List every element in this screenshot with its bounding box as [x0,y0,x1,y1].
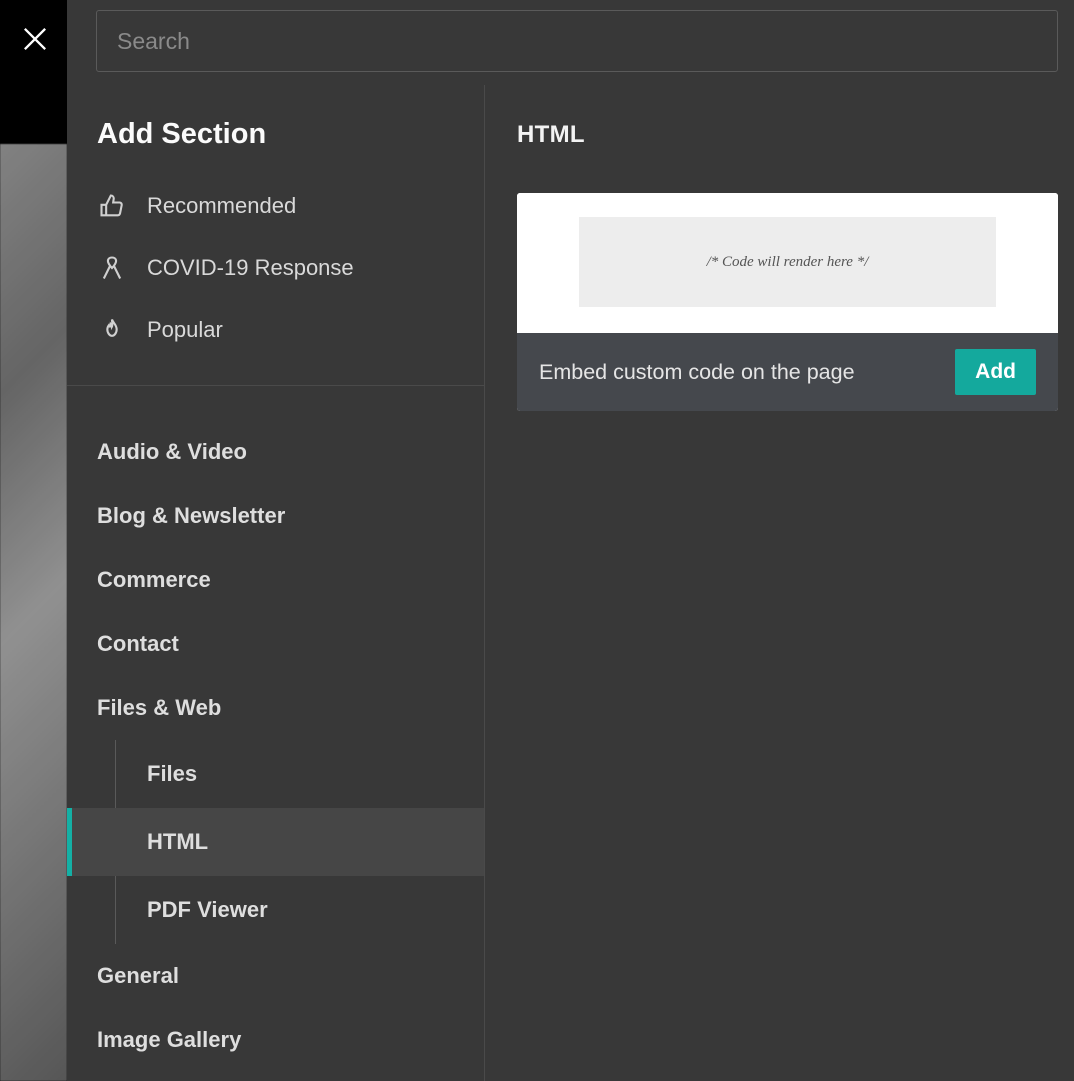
sidebar-item-image-gallery[interactable]: Image Gallery [67,1008,484,1072]
sidebar-item-label: Commerce [97,567,211,592]
ribbon-icon [97,253,127,283]
sidebar-item-label: Audio & Video [97,439,247,464]
sidebar-item-general[interactable]: General [67,944,484,1008]
card-description: Embed custom code on the page [539,360,855,385]
flame-icon [97,315,127,345]
sidebar-item-label: Recommended [147,193,296,219]
code-placeholder: /* Code will render here */ [579,217,996,307]
content-pane: HTML /* Code will render here */ Embed c… [485,85,1074,1081]
add-button[interactable]: Add [955,349,1036,395]
sidebar-item-label: Files & Web [97,695,221,720]
card-preview: /* Code will render here */ [517,193,1058,333]
sidebar-item-label: PDF Viewer [147,897,268,922]
card-footer: Embed custom code on the page Add [517,333,1058,411]
sidebar-item-label: Files [147,761,197,786]
category-list: Audio & Video Blog & Newsletter Commerce… [67,386,484,1072]
sidebar-subitem-active-bg: HTML [67,808,484,876]
sidebar-item-label: COVID-19 Response [147,255,354,281]
sidebar-title: Add Section [67,85,484,169]
background-image-sliver [0,144,67,1081]
sidebar-item-label: Blog & Newsletter [97,503,285,528]
content-title: HTML [517,121,1058,149]
sidebar-item-commerce[interactable]: Commerce [67,548,484,612]
close-icon [21,25,49,53]
sidebar-subitem-files[interactable]: Files [115,740,484,808]
section-card-html: /* Code will render here */ Embed custom… [517,193,1058,411]
sidebar-item-popular[interactable]: Popular [67,299,484,361]
sidebar-subitem-html[interactable]: HTML [67,808,484,876]
sidebar-item-label: HTML [147,829,208,854]
sidebar-item-blog-newsletter[interactable]: Blog & Newsletter [67,484,484,548]
close-button[interactable] [18,22,52,56]
sidebar-item-label: Popular [147,317,223,343]
sidebar-item-covid[interactable]: COVID-19 Response [67,237,484,299]
sidebar-subitem-pdf-viewer[interactable]: PDF Viewer [115,876,484,944]
thumbs-up-icon [97,191,127,221]
sidebar-item-files-web[interactable]: Files & Web [67,676,484,740]
active-accent-bar [67,808,72,876]
featured-list: Recommended COVID-19 Response [67,169,484,385]
sidebar-item-audio-video[interactable]: Audio & Video [67,420,484,484]
panel-body: Add Section Recommended [67,85,1074,1081]
sidebar: Add Section Recommended [67,85,485,1081]
sub-list-files-web: Files HTML PDF Viewer [115,740,484,944]
add-section-panel: Add Section Recommended [67,0,1074,1081]
sidebar-item-label: General [97,963,179,988]
search-wrapper [67,0,1074,85]
sidebar-item-label: Image Gallery [97,1027,241,1052]
search-input[interactable] [96,10,1058,72]
sidebar-item-recommended[interactable]: Recommended [67,175,484,237]
sidebar-item-contact[interactable]: Contact [67,612,484,676]
sidebar-item-label: Contact [97,631,179,656]
